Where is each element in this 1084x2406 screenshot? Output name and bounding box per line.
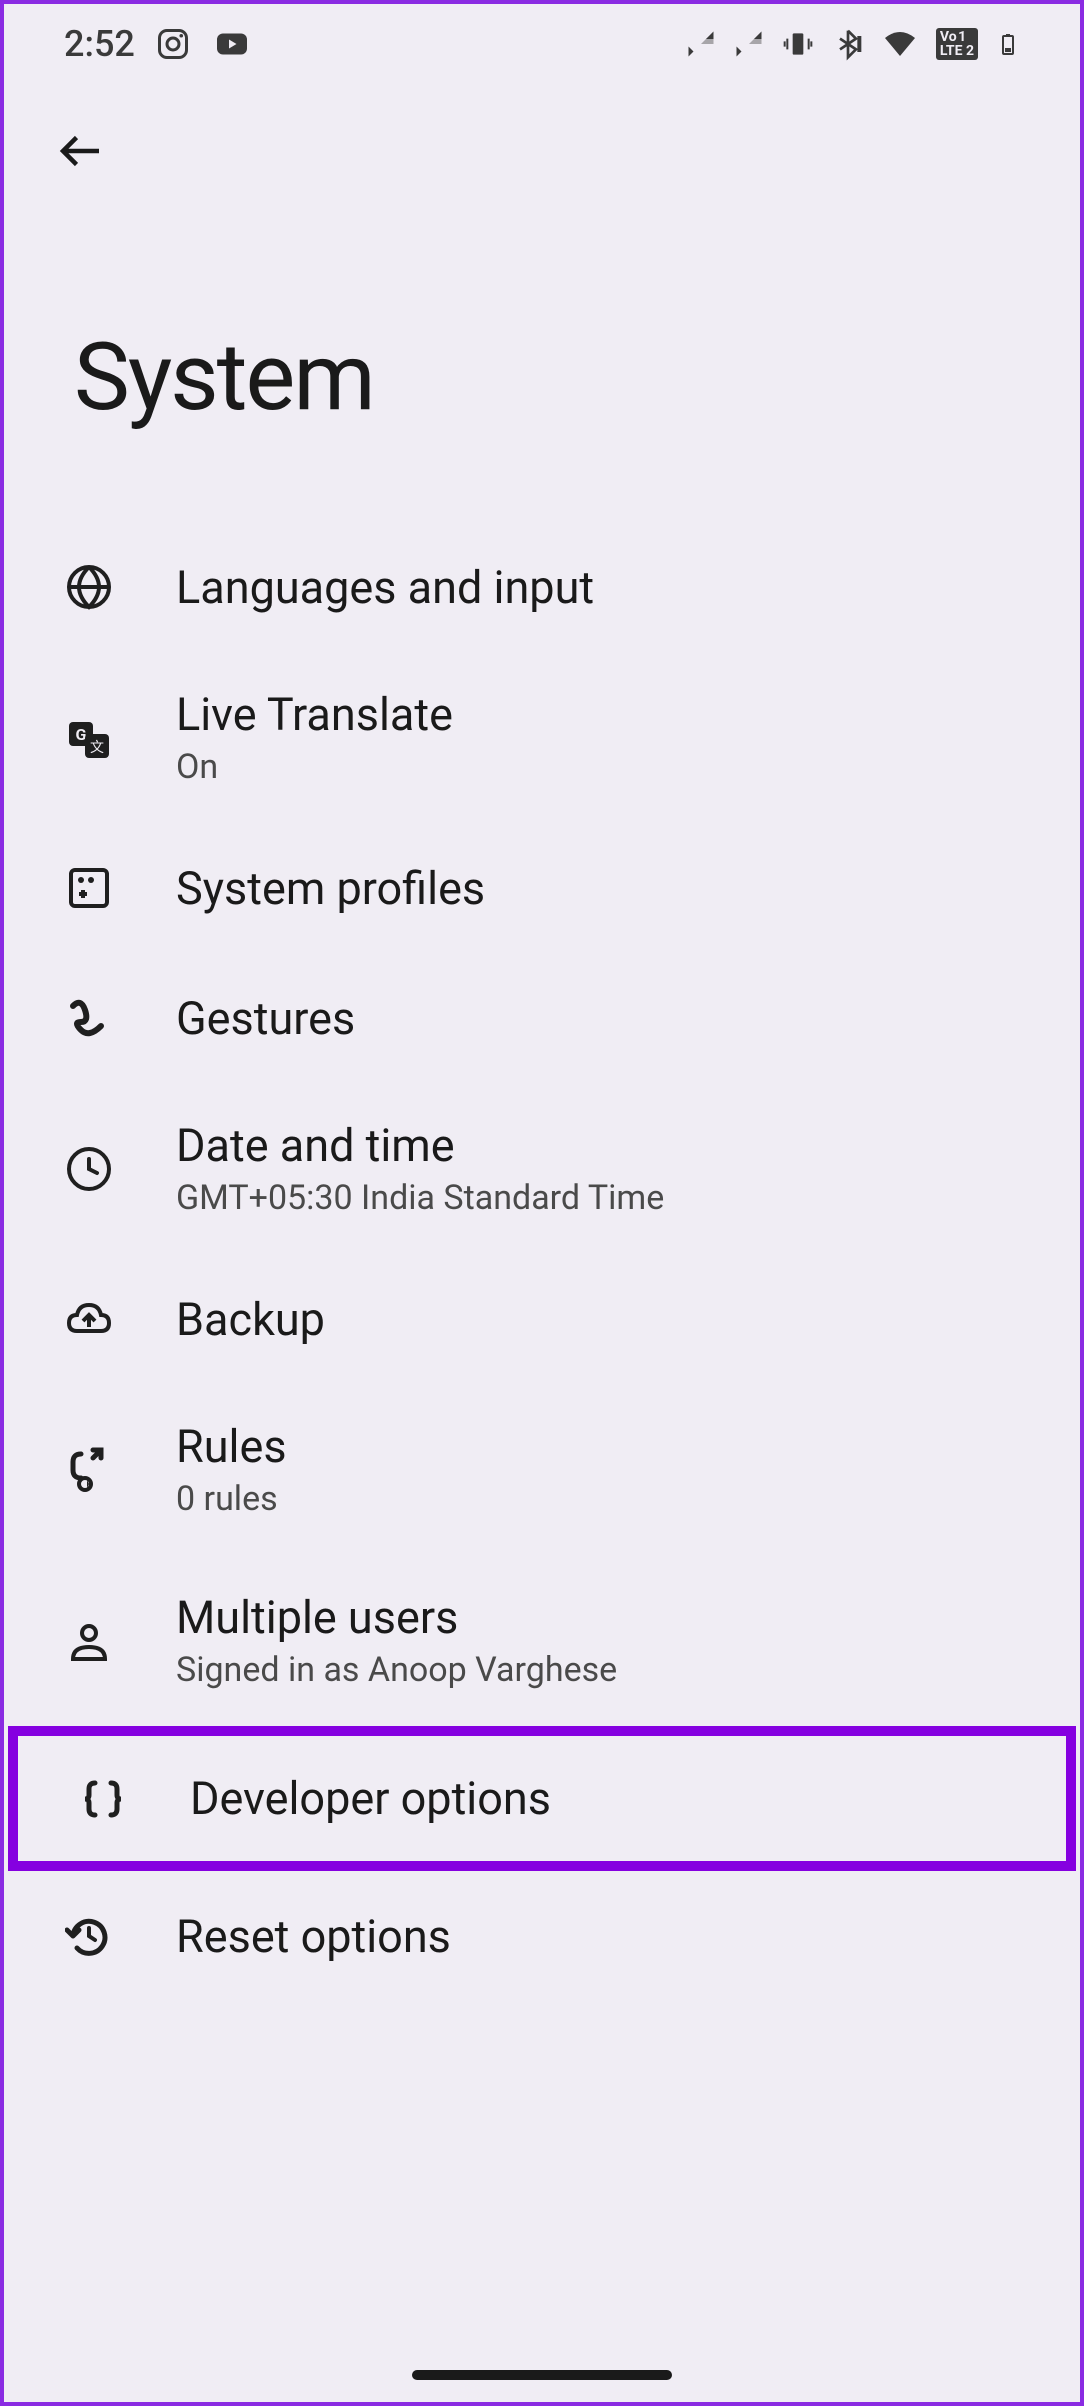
setting-subtitle: On [176, 747, 453, 787]
setting-title: Multiple users [176, 1591, 617, 1644]
setting-rules[interactable]: Rules 0 rules [4, 1384, 1080, 1555]
youtube-icon [211, 26, 253, 62]
person-icon [64, 1616, 114, 1666]
call-signal-icon [686, 26, 716, 62]
svg-text:G: G [76, 725, 87, 744]
back-arrow-icon[interactable] [54, 124, 108, 178]
setting-developer-options[interactable]: Developer options [8, 1726, 1076, 1871]
setting-live-translate[interactable]: G文 Live Translate On [4, 652, 1080, 823]
battery-icon [996, 26, 1020, 62]
status-bar: 2:52 Vo 1LTE 2 [4, 4, 1080, 84]
setting-backup[interactable]: Backup [4, 1254, 1080, 1384]
setting-subtitle: 0 rules [176, 1479, 287, 1519]
setting-title: Reset options [176, 1910, 451, 1963]
app-bar [4, 84, 1080, 202]
setting-title: Live Translate [176, 688, 453, 741]
setting-reset-options[interactable]: Reset options [4, 1871, 1080, 2001]
setting-gestures[interactable]: Gestures [4, 953, 1080, 1083]
cloud-upload-icon [64, 1294, 114, 1344]
vibrate-icon [782, 26, 814, 62]
setting-title: System profiles [176, 862, 485, 915]
setting-subtitle: GMT+05:30 India Standard Time [176, 1178, 664, 1218]
setting-title: Date and time [176, 1119, 664, 1172]
setting-system-profiles[interactable]: System profiles [4, 823, 1080, 953]
wifi-icon [882, 26, 918, 62]
setting-subtitle: Signed in as Anoop Varghese [176, 1650, 617, 1690]
setting-multiple-users[interactable]: Multiple users Signed in as Anoop Varghe… [4, 1555, 1080, 1726]
setting-date-time[interactable]: Date and time GMT+05:30 India Standard T… [4, 1083, 1080, 1254]
svg-text:文: 文 [90, 740, 104, 756]
page-title: System [4, 202, 1080, 522]
call-signal-icon-2 [734, 26, 764, 62]
setting-title: Languages and input [176, 561, 594, 614]
clock-icon [64, 1144, 114, 1194]
rules-icon [64, 1445, 114, 1495]
reset-icon [64, 1911, 114, 1961]
bluetooth-icon [832, 26, 864, 62]
nav-bar-handle[interactable] [412, 2370, 672, 2380]
profiles-icon [64, 863, 114, 913]
instagram-icon [155, 26, 191, 62]
code-braces-icon [78, 1774, 128, 1824]
translate-icon: G文 [64, 713, 114, 763]
setting-title: Gestures [176, 992, 355, 1045]
setting-title: Backup [176, 1293, 325, 1346]
settings-list: Languages and input G文 Live Translate On… [4, 522, 1080, 2001]
setting-title: Rules [176, 1420, 287, 1473]
setting-languages-input[interactable]: Languages and input [4, 522, 1080, 652]
gestures-icon [64, 993, 114, 1043]
globe-icon [64, 562, 114, 612]
status-right: Vo 1LTE 2 [686, 26, 1020, 62]
volte-badge: Vo 1LTE 2 [936, 28, 978, 60]
status-time: 2:52 [64, 23, 135, 65]
setting-title: Developer options [190, 1772, 551, 1825]
status-left: 2:52 [64, 23, 253, 65]
